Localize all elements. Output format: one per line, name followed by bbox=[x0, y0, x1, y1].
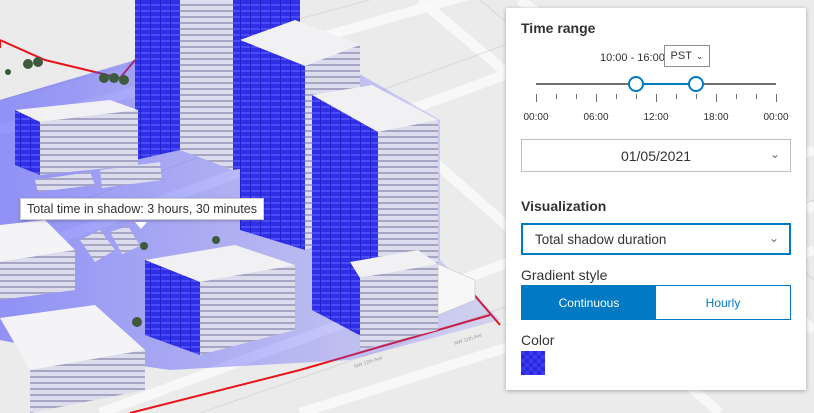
date-value: 01/05/2021 bbox=[620, 147, 692, 164]
gradient-hourly-button[interactable]: Hourly bbox=[656, 286, 790, 319]
gradient-style-label: Gradient style bbox=[521, 267, 608, 283]
slider-tick bbox=[736, 94, 737, 99]
time-slider-track[interactable] bbox=[536, 83, 776, 85]
timezone-value: PST bbox=[670, 50, 692, 62]
slider-tick bbox=[676, 94, 677, 99]
slider-tick-label: 00:00 bbox=[763, 112, 789, 123]
slider-tick bbox=[776, 94, 777, 102]
slider-tick bbox=[696, 94, 697, 99]
visualization-title: Visualization bbox=[521, 198, 607, 214]
time-slider-end-handle[interactable] bbox=[688, 76, 704, 92]
slider-tick bbox=[636, 94, 637, 99]
visualization-select[interactable]: Total shadow duration ⌄ bbox=[521, 223, 791, 255]
date-picker[interactable]: 01/05/2021 ⌄ bbox=[521, 139, 791, 172]
chevron-down-icon: ⌄ bbox=[695, 50, 704, 61]
slider-tick bbox=[536, 94, 537, 102]
time-slider-range bbox=[636, 83, 696, 85]
slider-tick-label: 00:00 bbox=[523, 112, 549, 123]
building-tall-left bbox=[135, 0, 180, 160]
gradient-style-toggle: Continuous Hourly bbox=[521, 285, 791, 320]
tooltip-pointer bbox=[135, 222, 147, 229]
color-label: Color bbox=[521, 332, 555, 348]
slider-tick-label: 06:00 bbox=[583, 112, 609, 123]
slider-tick bbox=[616, 94, 617, 99]
gradient-continuous-button[interactable]: Continuous bbox=[522, 286, 656, 319]
chevron-down-icon: ⌄ bbox=[768, 231, 779, 245]
slider-tick bbox=[716, 94, 717, 102]
chevron-down-icon: ⌄ bbox=[769, 147, 780, 161]
shadow-tooltip: Total time in shadow: 3 hours, 30 minute… bbox=[20, 198, 264, 220]
slider-tick-label: 18:00 bbox=[703, 112, 729, 123]
time-range-readout: 10:00 - 16:00 bbox=[600, 52, 665, 64]
timezone-select[interactable]: PST ⌄ bbox=[664, 45, 710, 67]
slider-tick bbox=[556, 94, 557, 99]
building-low-left bbox=[15, 100, 138, 175]
slider-tick bbox=[596, 94, 597, 102]
slider-tick bbox=[656, 94, 657, 102]
slider-tick bbox=[576, 94, 577, 99]
slider-tick bbox=[756, 94, 757, 99]
time-range-title: Time range bbox=[521, 20, 596, 36]
shadow-analysis-panel: Time range 10:00 - 16:00 PST ⌄ 00:00 06:0… bbox=[506, 8, 806, 390]
time-slider-start-handle[interactable] bbox=[628, 76, 644, 92]
color-swatch[interactable] bbox=[521, 351, 545, 375]
slider-tick-label: 12:00 bbox=[643, 112, 669, 123]
visualization-value: Total shadow duration bbox=[535, 231, 667, 247]
